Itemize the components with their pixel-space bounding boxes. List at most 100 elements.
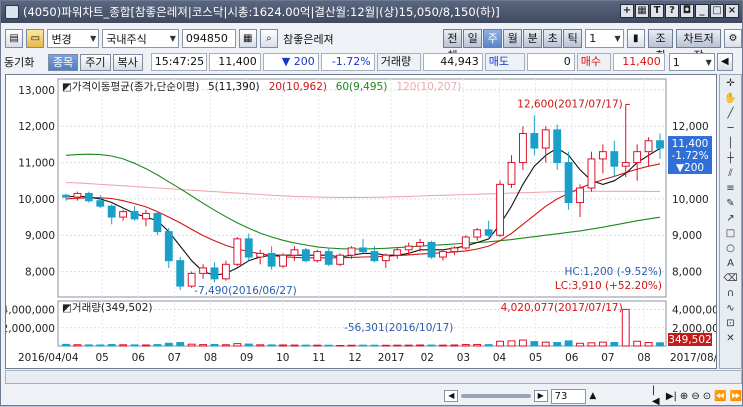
- scroll-right-icon[interactable]: ▶: [533, 390, 548, 402]
- volume-bar: [473, 343, 482, 347]
- candle-body: [279, 254, 287, 267]
- volume-bar: [564, 340, 573, 347]
- period-second-button[interactable]: 초: [543, 29, 563, 48]
- quote-rate: -1.72%: [320, 53, 375, 71]
- volume-bar: [164, 342, 173, 347]
- page-value: 1: [672, 55, 680, 69]
- volume-bar: [610, 342, 619, 347]
- scroll-count-input[interactable]: 73: [550, 388, 587, 404]
- settings-icon[interactable]: ◘: [680, 4, 694, 18]
- chart-svg[interactable]: 13,000 12,000 11,000 10,000 9,000 8,000 12,000…: [2, 75, 731, 368]
- last-icon[interactable]: ▶|: [666, 391, 677, 402]
- tab-copy[interactable]: 복사: [112, 53, 143, 71]
- candle-body: [598, 151, 607, 160]
- ellipse-icon[interactable]: ○: [723, 242, 739, 255]
- volume-max-annotation: 4,020,077(2017/07/17): [501, 302, 623, 314]
- candle-body: [84, 192, 93, 202]
- prev-icon[interactable]: ◀: [716, 53, 733, 71]
- zoom-icon[interactable]: ⊙: [703, 391, 711, 402]
- change-label: 변경: [51, 32, 72, 46]
- horizontal-line-icon[interactable]: ─: [723, 122, 739, 135]
- x-tick: 2016/04/04: [18, 352, 79, 364]
- delete-icon[interactable]: ✕: [723, 332, 739, 345]
- vertical-line-icon[interactable]: │: [723, 137, 739, 150]
- candle-body: [518, 133, 527, 164]
- zoom-out-icon[interactable]: ⊖: [691, 391, 699, 402]
- candle-body: [656, 140, 664, 149]
- gear-icon[interactable]: ⚙: [723, 29, 743, 48]
- change-dropdown[interactable]: 변경 ▼: [47, 29, 100, 48]
- arrow-icon[interactable]: ↗: [723, 212, 739, 225]
- maximize-icon[interactable]: □: [710, 4, 724, 18]
- magnet-icon[interactable]: ∩: [723, 287, 739, 300]
- x-tick: 07: [601, 352, 614, 364]
- search-icon[interactable]: ⌕: [259, 29, 279, 48]
- text-icon[interactable]: T: [650, 4, 664, 18]
- count-select[interactable]: 1 ▼: [585, 29, 624, 48]
- stock-code-input[interactable]: 094850: [181, 29, 236, 48]
- channel-icon[interactable]: ⫽: [723, 167, 739, 180]
- trend-line-icon[interactable]: ╱: [723, 107, 739, 120]
- tab-period[interactable]: 주기: [80, 53, 111, 71]
- pencil-icon[interactable]: ✎: [723, 197, 739, 210]
- price-y-tick: 8,000: [25, 267, 55, 279]
- period-tick-button[interactable]: 틱: [563, 29, 583, 48]
- candle-body: [633, 151, 642, 164]
- legend-item-1: 20(10,962): [269, 81, 327, 93]
- tab-stock[interactable]: 종목: [48, 53, 79, 71]
- page-select[interactable]: 1 ▼: [668, 53, 715, 71]
- query-button[interactable]: 조회: [647, 29, 674, 62]
- x-tick: 06: [132, 352, 146, 364]
- candle-body: [267, 252, 276, 267]
- zoom-in-icon[interactable]: ⊕: [680, 391, 688, 402]
- cursor-icon[interactable]: ✛: [723, 77, 739, 90]
- wave-icon[interactable]: ∿: [723, 302, 739, 315]
- period-day-button[interactable]: 일: [463, 29, 483, 48]
- eraser-icon[interactable]: ⌫: [723, 272, 739, 285]
- volume-bar: [450, 344, 459, 347]
- period-all-button[interactable]: 전체: [442, 29, 463, 62]
- text-tool-icon[interactable]: A: [723, 257, 739, 270]
- date-axis-bar: [5, 370, 742, 384]
- candle-body: [439, 251, 447, 258]
- forward-icon[interactable]: ⏩: [730, 391, 742, 402]
- x-tick: 08: [204, 352, 217, 364]
- chart-type-icon[interactable]: ▭: [26, 29, 45, 48]
- period-week-button[interactable]: 주: [483, 29, 503, 48]
- last-rate: -1.72%: [671, 150, 708, 162]
- volume-bar: [107, 344, 116, 347]
- rectangle-icon[interactable]: □: [723, 227, 739, 240]
- add-icon[interactable]: +: [620, 4, 634, 18]
- market-select[interactable]: 국내주식 ▼: [102, 29, 179, 48]
- price-y-tick-right: 9,000: [672, 230, 702, 242]
- scroll-spin-icon[interactable]: ▲: [589, 391, 596, 401]
- first-icon[interactable]: |◀: [652, 385, 663, 407]
- info-icon[interactable]: ?: [665, 4, 679, 18]
- bars-icon[interactable]: ▮: [626, 29, 645, 48]
- minimize-icon[interactable]: _: [695, 4, 709, 18]
- period-minute-button[interactable]: 분: [523, 29, 543, 48]
- candle-body: [324, 251, 333, 265]
- candle-body: [256, 252, 265, 258]
- volume-bar: [210, 343, 219, 347]
- fibonacci-icon[interactable]: ≡: [723, 182, 739, 195]
- grid-icon[interactable]: ▦: [635, 4, 649, 18]
- volume-bar: [279, 344, 287, 347]
- candle-body: [610, 151, 619, 167]
- x-tick: 08: [637, 352, 650, 364]
- calculator-icon[interactable]: ▦: [238, 29, 257, 48]
- scroll-track[interactable]: [461, 394, 531, 398]
- rewind-icon[interactable]: ⏪: [714, 391, 726, 402]
- scroll-left-icon[interactable]: ◀: [444, 390, 459, 402]
- layout-icon[interactable]: ▤: [5, 29, 24, 48]
- save-chart-button[interactable]: 차트저장: [676, 29, 721, 62]
- cross-line-icon[interactable]: ┼: [723, 152, 739, 165]
- period-month-button[interactable]: 월: [503, 29, 523, 48]
- chart-area[interactable]: 13,000 12,000 11,000 10,000 9,000 8,000 12,000…: [2, 74, 731, 369]
- close-icon[interactable]: ×: [725, 4, 739, 18]
- volume-bar: [244, 343, 253, 347]
- volume-bar: [62, 343, 70, 347]
- candle-body: [473, 229, 482, 238]
- lock-icon[interactable]: ⊡: [723, 317, 739, 330]
- hand-icon[interactable]: ✋: [723, 92, 739, 105]
